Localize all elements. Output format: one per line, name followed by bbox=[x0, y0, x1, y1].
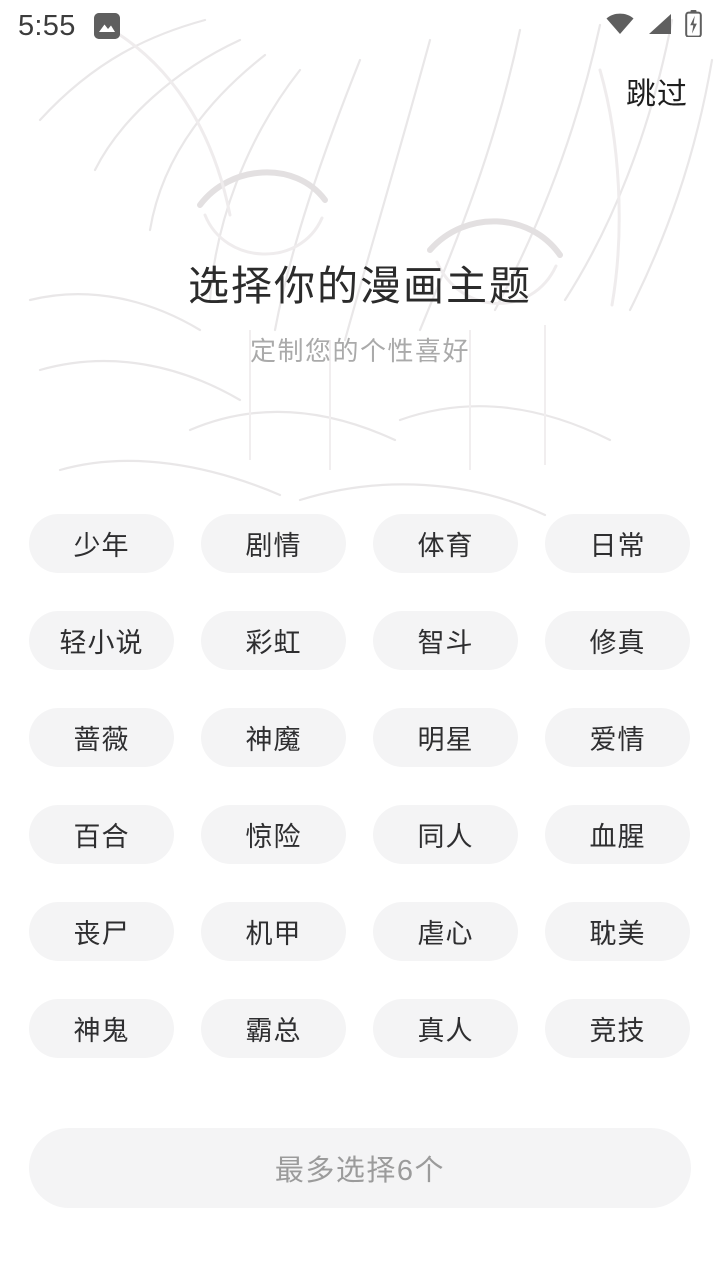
page-subtitle: 定制您的个性喜好 bbox=[249, 336, 470, 367]
status-bar: 5:55 bbox=[0, 0, 720, 52]
wifi-icon bbox=[605, 12, 635, 41]
theme-tag-chip[interactable]: 日常 bbox=[545, 514, 690, 573]
theme-tag-chip[interactable]: 竞技 bbox=[545, 999, 690, 1058]
theme-tag-chip[interactable]: 机甲 bbox=[201, 902, 346, 961]
theme-tag-chip[interactable]: 神鬼 bbox=[29, 999, 174, 1058]
theme-tag-chip[interactable]: 耽美 bbox=[545, 902, 690, 961]
status-bar-system-icons bbox=[605, 10, 702, 42]
page-title: 选择你的漫画主题 bbox=[188, 263, 532, 309]
theme-tag-chip[interactable]: 惊险 bbox=[201, 805, 346, 864]
theme-tag-chip[interactable]: 百合 bbox=[29, 805, 174, 864]
theme-tag-chip[interactable]: 爱情 bbox=[545, 708, 690, 767]
theme-tag-chip[interactable]: 神魔 bbox=[201, 708, 346, 767]
cellular-signal-icon bbox=[647, 12, 673, 41]
theme-tag-chip[interactable]: 轻小说 bbox=[29, 611, 174, 670]
theme-tag-chip[interactable]: 智斗 bbox=[373, 611, 518, 670]
battery-charging-icon bbox=[685, 10, 702, 42]
theme-tag-chip[interactable]: 真人 bbox=[373, 999, 518, 1058]
theme-tag-chip[interactable]: 霸总 bbox=[201, 999, 346, 1058]
theme-tag-chip[interactable]: 明星 bbox=[373, 708, 518, 767]
theme-tag-chip[interactable]: 修真 bbox=[545, 611, 690, 670]
theme-tag-chip[interactable]: 同人 bbox=[373, 805, 518, 864]
theme-tag-chip[interactable]: 体育 bbox=[373, 514, 518, 573]
status-bar-notification-icons bbox=[93, 13, 120, 39]
status-bar-clock: 5:55 bbox=[18, 9, 76, 42]
theme-tag-chip[interactable]: 少年 bbox=[29, 514, 174, 573]
theme-tag-chip[interactable]: 剧情 bbox=[201, 514, 346, 573]
skip-button[interactable]: 跳过 bbox=[624, 76, 690, 114]
theme-tag-chip[interactable]: 蔷薇 bbox=[29, 708, 174, 767]
theme-tag-chip[interactable]: 虐心 bbox=[373, 902, 518, 961]
confirm-selection-button[interactable]: 最多选择6个 bbox=[29, 1128, 691, 1208]
theme-tag-grid: 少年 剧情 体育 日常轻小说 彩虹 智斗 修真蔷薇 神魔 明星 爱情百合 惊险 同人 血腥丧尸 机甲 虐心耽… bbox=[29, 514, 691, 1058]
theme-tag-chip[interactable]: 丧尸 bbox=[29, 902, 174, 961]
theme-tag-chip[interactable]: 彩虹 bbox=[201, 611, 346, 670]
heading-block: 选择你的漫画主题 定制您的个性喜好 bbox=[0, 262, 720, 367]
gallery-icon bbox=[93, 13, 120, 39]
theme-tag-chip[interactable]: 血腥 bbox=[545, 805, 690, 864]
